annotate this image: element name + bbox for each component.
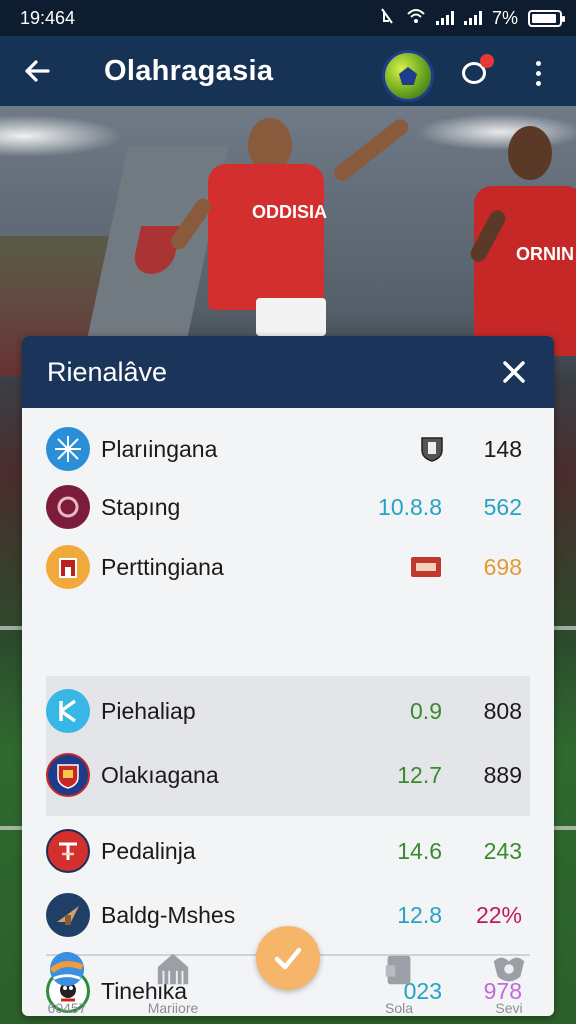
- team-value-1: 0.9: [410, 697, 442, 724]
- back-arrow-icon: [25, 60, 50, 82]
- team-logo-bird-icon: [46, 893, 90, 937]
- sponsor-right: ORNIN: [516, 244, 574, 264]
- close-button[interactable]: [502, 354, 526, 390]
- chat-button[interactable]: [458, 54, 494, 90]
- team-value-2: 562: [483, 493, 522, 520]
- nav-label: Mariiore: [147, 1000, 199, 1016]
- status-bar: 19:464 7%: [0, 0, 576, 36]
- check-fab-button[interactable]: [256, 926, 320, 990]
- team-name: Olakıagana: [101, 761, 219, 788]
- list-item[interactable]: Plarıingana 148: [22, 420, 554, 478]
- list-item[interactable]: Piehaliap 0.9 808: [22, 682, 554, 740]
- bottom-nav: 60457 Mariiore Sola Sevi: [22, 926, 554, 1016]
- team-name: Baldg-Mshes: [101, 901, 236, 928]
- card-header: Rienalâve: [22, 336, 554, 408]
- shield-badge-icon: [420, 436, 444, 462]
- signal-icon: [435, 11, 454, 25]
- more-options-button[interactable]: [528, 56, 548, 90]
- status-time: 19:464: [20, 7, 76, 28]
- globe-icon: [49, 951, 85, 987]
- team-value-2: 808: [483, 697, 522, 724]
- card-title: Rienalâve: [47, 356, 168, 387]
- list-item[interactable]: Stapıng 10.8.8 562: [22, 478, 554, 536]
- app-title: Olahragasia: [104, 54, 274, 87]
- close-icon: [503, 361, 525, 383]
- home-icon: [157, 953, 189, 985]
- team-logo-crest-icon: [46, 753, 90, 797]
- team-value-2: 889: [483, 761, 522, 788]
- team-value-1: 12.7: [397, 761, 442, 788]
- ranking-card: Rienalâve Plarıingana 148 Stapıng 10.8.8: [22, 336, 554, 1016]
- sponsor-left: ODDISIA: [252, 202, 328, 222]
- nav-label: 60457: [47, 1000, 87, 1016]
- list-item[interactable]: Perttingiana 698: [22, 538, 554, 596]
- team-name: Perttingiana: [101, 553, 224, 580]
- status-icons: 7%: [378, 7, 565, 30]
- team-value-1: 12.8: [397, 901, 442, 928]
- battery-percent: 7%: [491, 7, 518, 28]
- nav-label: Sola: [384, 1000, 414, 1016]
- nav-item-home[interactable]: Mariiore: [128, 934, 218, 1016]
- card-badge-icon: [410, 556, 442, 578]
- back-button[interactable]: [8, 36, 66, 106]
- soccer-ball-icon[interactable]: [382, 50, 434, 102]
- notification-dot: [480, 54, 494, 68]
- wifi-icon: [406, 7, 426, 30]
- team-value-2: 243: [483, 837, 522, 864]
- team-value-2: 22%: [475, 901, 522, 928]
- team-logo-castle-icon: [46, 545, 90, 589]
- nav-label: Sevi: [495, 1000, 523, 1016]
- team-logo-shield-icon: [46, 829, 90, 873]
- signal-icon-2: [463, 11, 482, 25]
- team-value-1: 10.8.8: [378, 493, 442, 520]
- team-name: Piehaliap: [101, 697, 196, 724]
- app-bar: Olahragasia: [0, 36, 576, 106]
- mute-icon: [378, 7, 396, 30]
- battery-icon: [528, 9, 565, 27]
- team-logo-ring-icon: [46, 485, 90, 529]
- list-item[interactable]: Pedalinja 14.6 243: [22, 822, 554, 880]
- nav-item-globe[interactable]: 60457: [22, 934, 112, 1016]
- list-item[interactable]: Olakıagana 12.7 889: [22, 746, 554, 804]
- document-icon: [385, 955, 411, 985]
- player-left: ODDISIA: [150, 106, 430, 342]
- check-icon: [274, 947, 302, 970]
- team-logo-letter-icon: [46, 689, 90, 733]
- team-value-2: 698: [483, 553, 522, 580]
- nav-item-document[interactable]: Sola: [354, 934, 444, 1016]
- team-logo-star-icon: [46, 427, 90, 471]
- team-name: Plarıingana: [101, 435, 218, 462]
- team-value-1: 14.6: [397, 837, 442, 864]
- nav-item-shield[interactable]: Sevi: [464, 934, 554, 1016]
- team-name: Pedalinja: [101, 837, 196, 864]
- player-right: ORNIN: [456, 122, 576, 362]
- shield-icon: [493, 957, 525, 982]
- team-name: Stapıng: [101, 493, 181, 520]
- team-value-2: 148: [483, 435, 522, 462]
